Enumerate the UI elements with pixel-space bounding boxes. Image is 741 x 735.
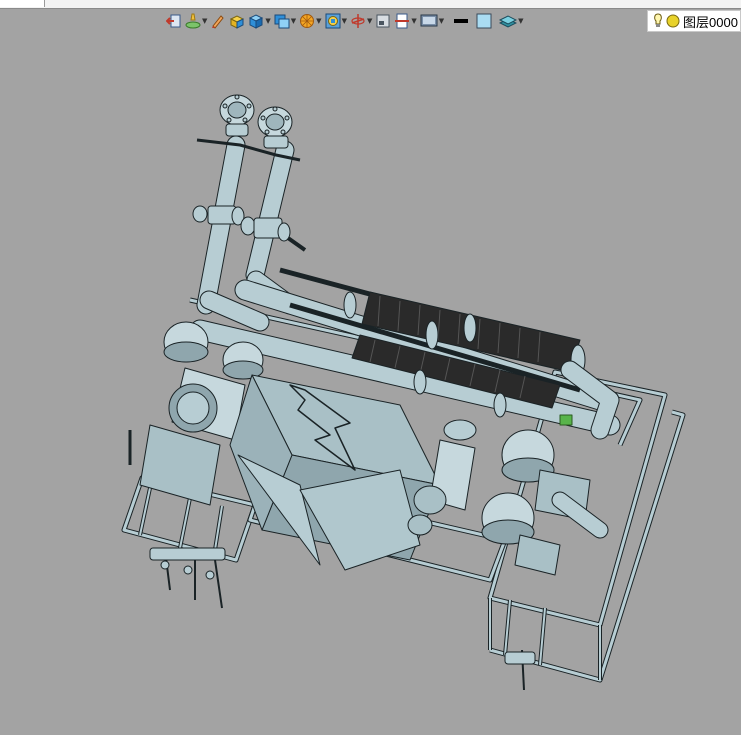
section-view-button[interactable]: ▼ bbox=[394, 10, 417, 32]
screen-display-icon bbox=[420, 14, 438, 27]
screen-display-dropdown-arrow[interactable]: ▼ bbox=[439, 10, 444, 32]
shaded-solid-icon bbox=[230, 15, 245, 29]
render-sphere-icon bbox=[300, 14, 315, 28]
section-view-icon bbox=[395, 13, 410, 29]
graphics-properties-button[interactable] bbox=[375, 10, 391, 32]
lighting-icon bbox=[185, 13, 201, 29]
motor-left bbox=[128, 367, 246, 506]
layers-dropdown-arrow[interactable]: ▼ bbox=[518, 10, 523, 32]
edit-pencil-icon bbox=[212, 15, 225, 29]
drain-valves-left bbox=[149, 547, 226, 609]
fill-color-icon bbox=[476, 13, 492, 29]
edit-button[interactable] bbox=[210, 10, 226, 32]
display-mode-dropdown-arrow[interactable]: ▼ bbox=[291, 10, 296, 32]
valve-left bbox=[192, 205, 245, 226]
render-dropdown-arrow[interactable]: ▼ bbox=[316, 10, 321, 32]
lighting-button[interactable]: ▼ bbox=[185, 10, 207, 32]
graphics-properties-icon bbox=[376, 14, 390, 28]
perspective-icon bbox=[325, 13, 341, 29]
view-toolbar: ▼ ▼ ▼ ▼ ▼ ▼ ▼ ▼ ▼ bbox=[166, 10, 527, 32]
lighting-dropdown-arrow[interactable]: ▼ bbox=[202, 10, 207, 32]
3d-viewport[interactable] bbox=[0, 35, 741, 731]
layers-button[interactable]: ▼ bbox=[499, 10, 524, 32]
section-view-dropdown-arrow[interactable]: ▼ bbox=[411, 10, 416, 32]
pump-skid-model[interactable] bbox=[0, 35, 741, 731]
rotate-axis-icon bbox=[351, 14, 365, 28]
render-button[interactable]: ▼ bbox=[299, 10, 322, 32]
view-cube-dropdown-arrow[interactable]: ▼ bbox=[265, 10, 270, 32]
layer-color-icon[interactable] bbox=[666, 14, 680, 28]
exit-sketch-icon bbox=[166, 14, 181, 28]
flange-right bbox=[257, 106, 293, 149]
title-bar bbox=[0, 0, 741, 9]
perspective-dropdown-arrow[interactable]: ▼ bbox=[342, 10, 347, 32]
view-cube-button[interactable]: ▼ bbox=[248, 10, 271, 32]
fill-color-button[interactable] bbox=[476, 10, 492, 32]
display-mode-button[interactable]: ▼ bbox=[274, 10, 296, 32]
exit-sketch-button[interactable] bbox=[166, 10, 182, 32]
screen-display-button[interactable]: ▼ bbox=[420, 10, 444, 32]
control-box bbox=[229, 374, 441, 571]
rotate-axis-button[interactable]: ▼ bbox=[350, 10, 372, 32]
layer-selector[interactable]: 图层0000 bbox=[647, 10, 741, 32]
valve-right bbox=[240, 216, 307, 252]
layers-stack-icon bbox=[499, 15, 518, 28]
document-tab[interactable] bbox=[0, 0, 45, 7]
display-mode-icon bbox=[274, 14, 290, 29]
indicator-green bbox=[559, 414, 573, 426]
layer-name: 图层0000 bbox=[683, 14, 738, 30]
flange-left bbox=[219, 94, 255, 137]
perspective-button[interactable]: ▼ bbox=[325, 10, 347, 32]
rotate-axis-dropdown-arrow[interactable]: ▼ bbox=[367, 10, 372, 32]
view-cube-icon bbox=[249, 14, 264, 29]
line-weight-button[interactable] bbox=[453, 10, 469, 32]
shaded-solid-button[interactable] bbox=[229, 10, 245, 32]
drain-valve-right bbox=[504, 649, 536, 691]
lightbulb-icon[interactable] bbox=[653, 13, 663, 29]
line-weight-icon bbox=[454, 19, 469, 23]
